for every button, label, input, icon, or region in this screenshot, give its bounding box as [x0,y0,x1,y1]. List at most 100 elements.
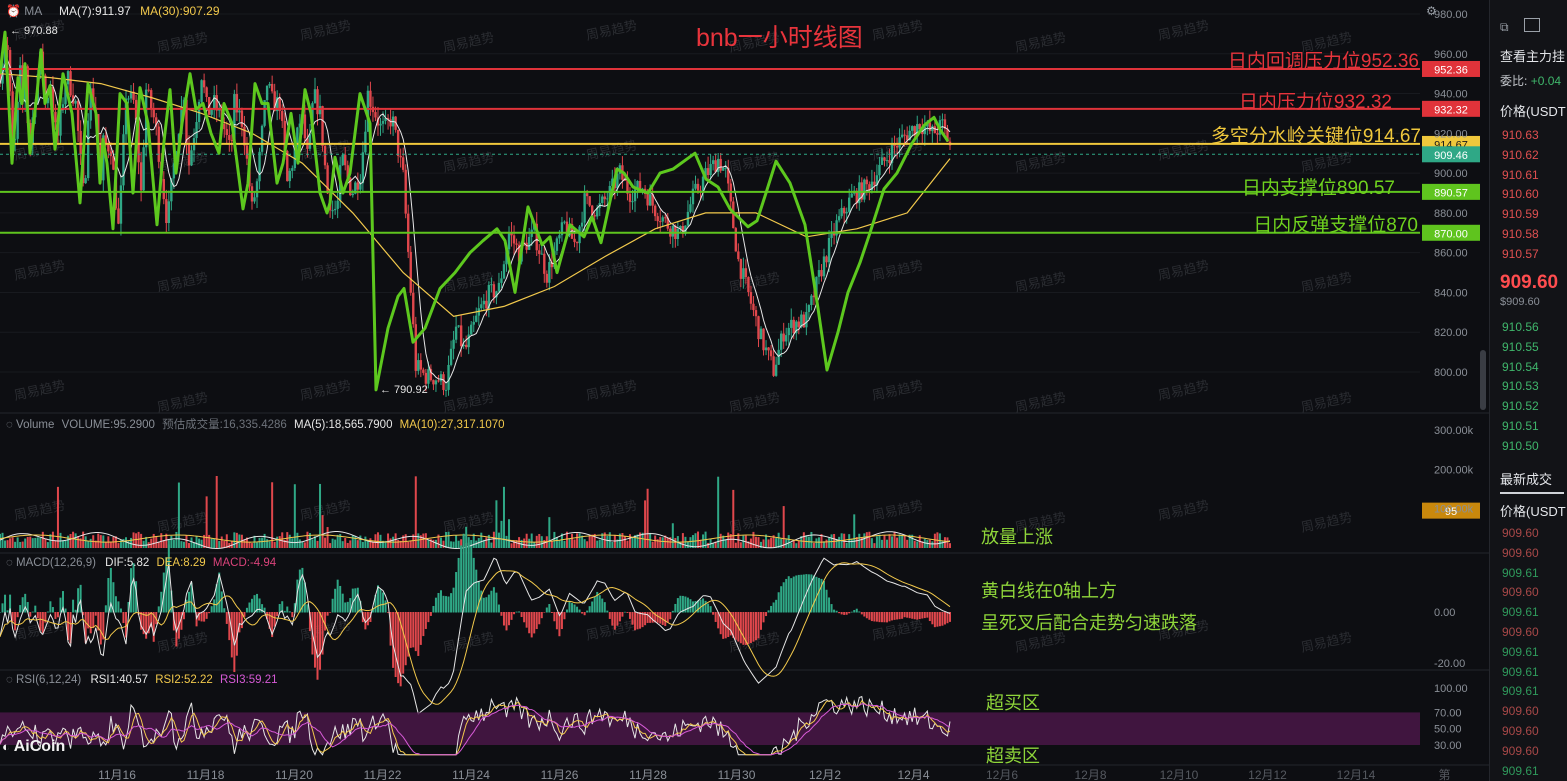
candle-body [656,216,659,222]
candle-body [452,339,455,349]
alarm-icon[interactable]: ◌ [6,557,13,569]
macd-bar [797,574,800,613]
candle-body [401,157,405,170]
ask-price[interactable]: 910.62 [1502,148,1539,162]
candle-body [167,201,171,223]
macd-bar [568,600,571,613]
ask-price[interactable]: 910.61 [1502,168,1539,182]
volume-bar [193,542,196,548]
candle-body [631,201,634,203]
volume-bar [208,534,211,548]
ma-name[interactable]: MA [24,4,41,18]
ask-price[interactable]: 910.58 [1502,227,1539,241]
trades-header[interactable]: 最新成交 [1500,469,1552,488]
volume-bar [356,540,359,548]
macd-bar [795,575,798,613]
settings-icon[interactable]: ⚙ [1426,4,1437,18]
volume-bar [606,535,609,548]
trades-tab-underline [1500,492,1564,494]
candle-body [734,228,738,252]
candle-body [664,217,667,219]
trade-price: 909.60 [1502,526,1539,540]
alarm-icon[interactable]: ⏰ [6,4,21,18]
macd-bar [319,612,322,670]
volume-bar [286,532,289,548]
candle-body [724,167,727,169]
macd-bar [114,596,117,613]
candle-body [648,194,652,206]
scroll-handle[interactable] [1480,350,1486,410]
candle-body [190,150,193,166]
bid-price[interactable]: 910.56 [1502,320,1539,334]
volume-value: VOLUME:95.2900 [61,419,155,431]
chart-area[interactable]: 周易趋势 周易趋势 周易趋势 周易趋势 周易趋势 周易趋势 周易趋势 周易趋势 周易趋势 周易趋势… [0,0,1489,781]
candle-body [646,194,649,206]
alarm-icon[interactable]: ◌ [6,674,13,686]
macd-bar [777,592,780,613]
bid-price[interactable]: 910.50 [1502,439,1539,453]
volume-bar [74,533,77,548]
volume-bar [893,531,896,548]
volume-bar [361,541,364,548]
bid-price[interactable]: 910.52 [1502,399,1539,413]
macd-bar [24,593,27,613]
volume-bar [492,531,495,548]
volume-bar [213,539,216,548]
volume-bar [613,535,616,548]
ask-price[interactable]: 910.60 [1502,187,1539,201]
candle-body [848,197,851,212]
volume-bar [346,542,349,548]
ask-price[interactable]: 910.63 [1502,128,1539,142]
macd-bar [31,611,34,613]
link-icon[interactable]: ⧉ [1500,20,1509,35]
macd-bar [434,597,437,613]
macd-bar [707,603,710,613]
volume-bar [341,541,344,548]
macd-bar [886,612,889,623]
macd-bar [669,612,672,620]
candle-body [911,126,914,131]
volume-name[interactable]: Volume [16,419,54,431]
macd-bar [540,612,543,619]
bid-price[interactable]: 910.53 [1502,379,1539,393]
candle-body [820,270,823,277]
volume-bar [49,534,52,548]
bid-price[interactable]: 910.54 [1502,360,1539,374]
candle-body [588,196,591,206]
volume-bar [366,541,369,548]
price-tick-label: 880.00 [1434,208,1468,220]
macd-bar [553,612,556,622]
ask-price[interactable]: 910.57 [1502,247,1539,261]
macd-bar [840,612,843,615]
trade-price: 909.60 [1502,743,1539,758]
macd-bar [157,606,160,613]
time-tick-label: 12月12 [1248,768,1287,781]
volume-bar [787,535,790,548]
order-book-title[interactable]: 查看主力挂 [1500,46,1565,65]
volume-bar [931,541,934,548]
candle-body [200,80,203,102]
bid-price[interactable]: 910.51 [1502,419,1539,433]
rsi-name[interactable]: RSI(6,12,24) [16,674,81,686]
candle-body [543,253,546,274]
alarm-icon[interactable]: ◌ [6,419,13,431]
macd-bar [807,574,810,613]
macd-name[interactable]: MACD(12,26,9) [16,557,96,569]
volume-bar [36,537,39,548]
macd-bar [6,610,9,613]
candle-body [417,360,420,371]
layout-icon[interactable] [1524,18,1540,32]
macd-bar [424,612,427,629]
bid-price[interactable]: 910.55 [1502,340,1539,354]
macd-bar [472,557,475,613]
candle-body [769,350,773,357]
volume-bar [807,536,810,548]
candle-body [149,90,153,110]
volume-bar [235,532,238,548]
volume-ma10: MA(10):27,317.1070 [399,419,505,431]
macd-bar [104,605,107,613]
ask-price[interactable]: 910.59 [1502,207,1539,221]
price-tick-label: 960.00 [1434,49,1468,61]
candle-body [437,380,440,382]
volume-bar [581,535,584,548]
